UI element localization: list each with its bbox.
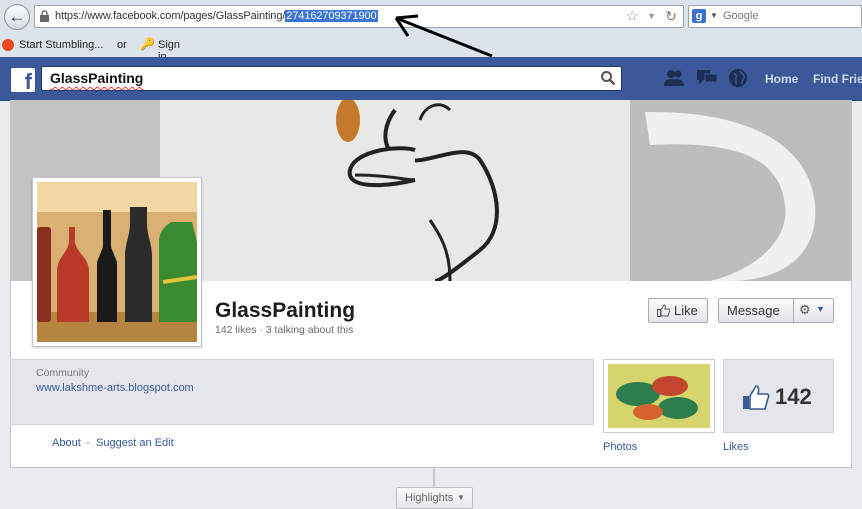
photos-label[interactable]: Photos (603, 441, 637, 453)
thumbs-up-icon (743, 385, 770, 410)
photos-tile[interactable] (603, 359, 715, 433)
about-link[interactable]: About (52, 437, 81, 449)
like-button[interactable]: Like (648, 298, 708, 323)
nav-home-link[interactable]: Home (765, 72, 798, 86)
message-button-label: Message (727, 303, 780, 318)
gear-icon[interactable]: ⚙ (799, 302, 811, 318)
friend-requests-icon[interactable] (663, 69, 685, 87)
search-query: GlassPainting (50, 70, 144, 86)
stumbleupon-icon[interactable] (2, 39, 14, 51)
globe-icon[interactable] (728, 68, 748, 88)
like-button-label: Like (674, 303, 698, 318)
browser-search-box[interactable]: g ▼ Google (688, 5, 862, 28)
key-icon: 🔑 (140, 37, 155, 51)
message-button[interactable]: Message ⚙ ▼ (718, 298, 834, 323)
url-bar[interactable]: https://www.facebook.com/pages/GlassPain… (34, 5, 684, 28)
back-arrow-icon[interactable]: ← (4, 4, 30, 30)
search-icon[interactable] (600, 70, 616, 86)
messages-icon[interactable] (696, 69, 718, 87)
button-divider (793, 299, 794, 322)
page-stats: 142 likes · 3 talking about this (215, 324, 354, 336)
facebook-logo-icon[interactable]: f (11, 68, 35, 92)
annotation-arrow-icon (394, 14, 493, 58)
start-stumbling-link[interactable]: Start Stumbling... (19, 39, 103, 51)
lock-icon (40, 10, 49, 22)
search-engine-dropdown-icon[interactable]: ▼ (710, 11, 718, 20)
page-title[interactable]: GlassPainting (215, 299, 355, 323)
browser-search-placeholder: Google (723, 10, 759, 22)
highlights-dropdown[interactable]: Highlights ▼ (396, 487, 473, 509)
about-box: Community www.lakshme-arts.blogspot.com (10, 359, 594, 425)
link-separator: - (86, 437, 90, 449)
chevron-down-icon: ▼ (457, 493, 465, 502)
suggest-edit-link[interactable]: Suggest an Edit (96, 437, 174, 449)
likes-count: 142 (775, 384, 812, 409)
timeline-line (433, 468, 435, 488)
url-prefix: https://www.facebook.com/pages/GlassPain… (55, 10, 286, 22)
url-text: https://www.facebook.com/pages/GlassPain… (55, 10, 378, 22)
facebook-search-input[interactable]: GlassPainting (41, 66, 622, 91)
or-text: or (117, 39, 127, 51)
facebook-top-bar: f GlassPainting Home Find Frie (0, 57, 862, 101)
profile-picture-frame[interactable] (32, 177, 202, 347)
chevron-down-icon[interactable]: ▼ (816, 304, 825, 314)
url-selected-id: 274162709371900 (285, 10, 378, 22)
google-icon[interactable]: g (692, 9, 706, 23)
thumbs-up-icon (657, 304, 670, 317)
profile-picture (37, 182, 198, 342)
page-category: Community (36, 367, 90, 379)
photos-thumbnail (608, 364, 710, 428)
website-link[interactable]: www.lakshme-arts.blogspot.com (36, 382, 194, 394)
star-icon[interactable]: ☆ (626, 7, 639, 25)
likes-tile[interactable]: 142 (723, 359, 834, 433)
highlights-label: Highlights (405, 492, 454, 504)
nav-find-friends-link[interactable]: Find Frie (813, 72, 862, 86)
reload-icon[interactable]: ↻ (665, 8, 677, 25)
url-history-dropdown-icon[interactable]: ▼ (647, 11, 656, 21)
likes-label[interactable]: Likes (723, 441, 749, 453)
